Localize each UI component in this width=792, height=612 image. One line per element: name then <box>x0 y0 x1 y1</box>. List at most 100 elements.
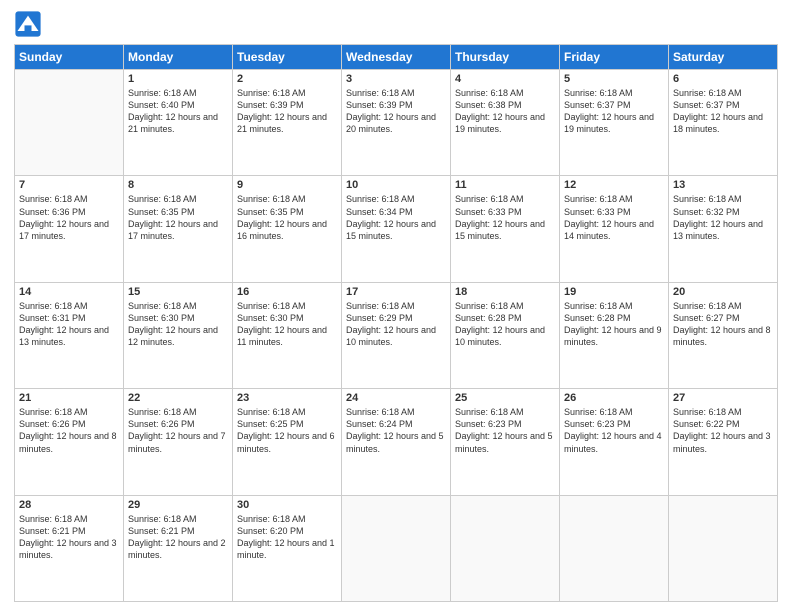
day-info: Sunrise: 6:18 AM Sunset: 6:37 PM Dayligh… <box>673 87 773 136</box>
page: SundayMondayTuesdayWednesdayThursdayFrid… <box>0 0 792 612</box>
calendar-cell: 2 Sunrise: 6:18 AM Sunset: 6:39 PM Dayli… <box>233 70 342 176</box>
day-number: 11 <box>455 179 555 191</box>
calendar-cell: 9 Sunrise: 6:18 AM Sunset: 6:35 PM Dayli… <box>233 176 342 282</box>
calendar-week-5: 28 Sunrise: 6:18 AM Sunset: 6:21 PM Dayl… <box>15 495 778 601</box>
calendar-week-4: 21 Sunrise: 6:18 AM Sunset: 6:26 PM Dayl… <box>15 389 778 495</box>
day-number: 6 <box>673 73 773 85</box>
day-number: 29 <box>128 499 228 511</box>
day-info: Sunrise: 6:18 AM Sunset: 6:33 PM Dayligh… <box>455 193 555 242</box>
day-number: 4 <box>455 73 555 85</box>
day-info: Sunrise: 6:18 AM Sunset: 6:28 PM Dayligh… <box>455 300 555 349</box>
calendar-week-1: 1 Sunrise: 6:18 AM Sunset: 6:40 PM Dayli… <box>15 70 778 176</box>
day-number: 22 <box>128 392 228 404</box>
day-number: 16 <box>237 286 337 298</box>
day-number: 2 <box>237 73 337 85</box>
calendar-table: SundayMondayTuesdayWednesdayThursdayFrid… <box>14 44 778 602</box>
calendar-cell: 27 Sunrise: 6:18 AM Sunset: 6:22 PM Dayl… <box>669 389 778 495</box>
calendar-cell <box>451 495 560 601</box>
day-info: Sunrise: 6:18 AM Sunset: 6:24 PM Dayligh… <box>346 406 446 455</box>
calendar-week-2: 7 Sunrise: 6:18 AM Sunset: 6:36 PM Dayli… <box>15 176 778 282</box>
weekday-header-sunday: Sunday <box>15 45 124 70</box>
weekday-header-thursday: Thursday <box>451 45 560 70</box>
day-info: Sunrise: 6:18 AM Sunset: 6:27 PM Dayligh… <box>673 300 773 349</box>
calendar-cell: 13 Sunrise: 6:18 AM Sunset: 6:32 PM Dayl… <box>669 176 778 282</box>
day-info: Sunrise: 6:18 AM Sunset: 6:32 PM Dayligh… <box>673 193 773 242</box>
day-number: 23 <box>237 392 337 404</box>
calendar-cell: 3 Sunrise: 6:18 AM Sunset: 6:39 PM Dayli… <box>342 70 451 176</box>
day-number: 13 <box>673 179 773 191</box>
day-info: Sunrise: 6:18 AM Sunset: 6:21 PM Dayligh… <box>19 513 119 562</box>
day-info: Sunrise: 6:18 AM Sunset: 6:30 PM Dayligh… <box>128 300 228 349</box>
calendar-cell: 26 Sunrise: 6:18 AM Sunset: 6:23 PM Dayl… <box>560 389 669 495</box>
calendar-header-row: SundayMondayTuesdayWednesdayThursdayFrid… <box>15 45 778 70</box>
day-number: 20 <box>673 286 773 298</box>
day-number: 25 <box>455 392 555 404</box>
calendar-cell <box>669 495 778 601</box>
day-info: Sunrise: 6:18 AM Sunset: 6:31 PM Dayligh… <box>19 300 119 349</box>
day-info: Sunrise: 6:18 AM Sunset: 6:25 PM Dayligh… <box>237 406 337 455</box>
calendar-cell: 14 Sunrise: 6:18 AM Sunset: 6:31 PM Dayl… <box>15 282 124 388</box>
calendar-cell: 20 Sunrise: 6:18 AM Sunset: 6:27 PM Dayl… <box>669 282 778 388</box>
day-number: 30 <box>237 499 337 511</box>
calendar-cell: 22 Sunrise: 6:18 AM Sunset: 6:26 PM Dayl… <box>124 389 233 495</box>
day-number: 9 <box>237 179 337 191</box>
weekday-header-saturday: Saturday <box>669 45 778 70</box>
calendar-cell: 25 Sunrise: 6:18 AM Sunset: 6:23 PM Dayl… <box>451 389 560 495</box>
day-number: 24 <box>346 392 446 404</box>
day-info: Sunrise: 6:18 AM Sunset: 6:35 PM Dayligh… <box>128 193 228 242</box>
calendar-cell: 10 Sunrise: 6:18 AM Sunset: 6:34 PM Dayl… <box>342 176 451 282</box>
day-info: Sunrise: 6:18 AM Sunset: 6:30 PM Dayligh… <box>237 300 337 349</box>
day-number: 5 <box>564 73 664 85</box>
day-number: 10 <box>346 179 446 191</box>
day-number: 15 <box>128 286 228 298</box>
calendar-cell: 1 Sunrise: 6:18 AM Sunset: 6:40 PM Dayli… <box>124 70 233 176</box>
calendar-cell: 15 Sunrise: 6:18 AM Sunset: 6:30 PM Dayl… <box>124 282 233 388</box>
calendar-cell: 4 Sunrise: 6:18 AM Sunset: 6:38 PM Dayli… <box>451 70 560 176</box>
weekday-header-friday: Friday <box>560 45 669 70</box>
calendar-cell: 12 Sunrise: 6:18 AM Sunset: 6:33 PM Dayl… <box>560 176 669 282</box>
calendar-cell: 18 Sunrise: 6:18 AM Sunset: 6:28 PM Dayl… <box>451 282 560 388</box>
day-info: Sunrise: 6:18 AM Sunset: 6:33 PM Dayligh… <box>564 193 664 242</box>
day-number: 12 <box>564 179 664 191</box>
day-info: Sunrise: 6:18 AM Sunset: 6:36 PM Dayligh… <box>19 193 119 242</box>
header <box>14 10 778 38</box>
day-info: Sunrise: 6:18 AM Sunset: 6:21 PM Dayligh… <box>128 513 228 562</box>
day-number: 14 <box>19 286 119 298</box>
day-number: 1 <box>128 73 228 85</box>
day-number: 8 <box>128 179 228 191</box>
calendar-cell: 29 Sunrise: 6:18 AM Sunset: 6:21 PM Dayl… <box>124 495 233 601</box>
day-number: 18 <box>455 286 555 298</box>
calendar-cell <box>342 495 451 601</box>
day-info: Sunrise: 6:18 AM Sunset: 6:23 PM Dayligh… <box>564 406 664 455</box>
day-info: Sunrise: 6:18 AM Sunset: 6:23 PM Dayligh… <box>455 406 555 455</box>
calendar-cell: 11 Sunrise: 6:18 AM Sunset: 6:33 PM Dayl… <box>451 176 560 282</box>
day-number: 17 <box>346 286 446 298</box>
calendar-cell: 8 Sunrise: 6:18 AM Sunset: 6:35 PM Dayli… <box>124 176 233 282</box>
day-number: 7 <box>19 179 119 191</box>
day-info: Sunrise: 6:18 AM Sunset: 6:22 PM Dayligh… <box>673 406 773 455</box>
calendar-cell: 21 Sunrise: 6:18 AM Sunset: 6:26 PM Dayl… <box>15 389 124 495</box>
calendar-cell: 30 Sunrise: 6:18 AM Sunset: 6:20 PM Dayl… <box>233 495 342 601</box>
day-number: 21 <box>19 392 119 404</box>
day-info: Sunrise: 6:18 AM Sunset: 6:39 PM Dayligh… <box>237 87 337 136</box>
weekday-header-tuesday: Tuesday <box>233 45 342 70</box>
day-info: Sunrise: 6:18 AM Sunset: 6:20 PM Dayligh… <box>237 513 337 562</box>
day-info: Sunrise: 6:18 AM Sunset: 6:37 PM Dayligh… <box>564 87 664 136</box>
day-info: Sunrise: 6:18 AM Sunset: 6:28 PM Dayligh… <box>564 300 664 349</box>
calendar-cell: 6 Sunrise: 6:18 AM Sunset: 6:37 PM Dayli… <box>669 70 778 176</box>
day-info: Sunrise: 6:18 AM Sunset: 6:34 PM Dayligh… <box>346 193 446 242</box>
day-number: 19 <box>564 286 664 298</box>
calendar-cell: 5 Sunrise: 6:18 AM Sunset: 6:37 PM Dayli… <box>560 70 669 176</box>
day-number: 26 <box>564 392 664 404</box>
calendar-cell: 17 Sunrise: 6:18 AM Sunset: 6:29 PM Dayl… <box>342 282 451 388</box>
day-number: 28 <box>19 499 119 511</box>
weekday-header-wednesday: Wednesday <box>342 45 451 70</box>
calendar-cell: 28 Sunrise: 6:18 AM Sunset: 6:21 PM Dayl… <box>15 495 124 601</box>
weekday-header-monday: Monday <box>124 45 233 70</box>
calendar-week-3: 14 Sunrise: 6:18 AM Sunset: 6:31 PM Dayl… <box>15 282 778 388</box>
calendar-cell: 24 Sunrise: 6:18 AM Sunset: 6:24 PM Dayl… <box>342 389 451 495</box>
logo <box>14 10 46 38</box>
day-info: Sunrise: 6:18 AM Sunset: 6:35 PM Dayligh… <box>237 193 337 242</box>
calendar-cell <box>560 495 669 601</box>
logo-icon <box>14 10 42 38</box>
